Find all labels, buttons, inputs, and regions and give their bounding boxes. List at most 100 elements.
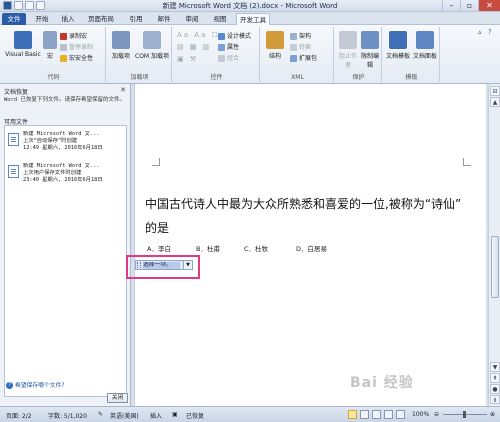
tab-page-layout[interactable]: 页面布局 (84, 13, 118, 25)
schema-icon (290, 33, 297, 40)
restrict-editing-button[interactable]: 限制编辑 (359, 31, 381, 69)
option-d: D．白居易 (296, 245, 328, 253)
browse-object-button[interactable]: ● (490, 384, 500, 394)
web-layout-icon[interactable] (372, 410, 381, 419)
pause-recording-button[interactable]: 暂停录制 (60, 42, 93, 51)
protect-group: 阻止作者 限制编辑 保护 (336, 27, 382, 82)
document-template-icon (389, 31, 407, 49)
com-addins-icon (143, 31, 161, 49)
help-icon[interactable]: ? (488, 28, 492, 36)
window-title: 新建 Microsoft Word 文档 (2).docx - Microsof… (162, 2, 338, 10)
recovered-file-item[interactable]: 新建 Microsoft Word 文... 上次“自动保存”时创建 12:49… (8, 131, 126, 157)
transform-button[interactable]: 转换 (290, 42, 311, 51)
maximize-button[interactable]: ▫ (460, 0, 478, 11)
control-icons-row1[interactable]: Aa Aa ☐ (177, 31, 220, 39)
scroll-thumb[interactable] (491, 236, 499, 298)
controls-group-label: 控件 (210, 74, 223, 81)
xml-group-label: XML (291, 74, 304, 81)
macro-security-button[interactable]: 宏安全性 (60, 53, 93, 62)
pane-close-icon[interactable]: ✕ (120, 86, 126, 94)
page-count[interactable]: 页面: 2/2 (6, 411, 32, 420)
document-recovery-pane: 文档恢复 ✕ Word 已恢复下列文件。请保存希望保留的文件。 可用文件 新建 … (0, 84, 131, 406)
properties-icon (218, 44, 225, 51)
zoom-level[interactable]: 100% (412, 411, 429, 418)
collapse-ribbon-icon[interactable]: ▵ (478, 28, 482, 36)
tab-home[interactable]: 开始 (32, 13, 52, 25)
file-name: 新建 Microsoft Word 文... (23, 131, 100, 137)
chevron-down-icon[interactable]: ▼ (183, 261, 192, 269)
document-panel-button[interactable]: 文档面板 (412, 31, 438, 60)
record-macro-button[interactable]: 录制宏 (60, 31, 87, 40)
scroll-down-button[interactable]: ▼ (490, 362, 500, 372)
full-screen-reading-icon[interactable] (360, 410, 369, 419)
tab-mailings[interactable]: 邮件 (154, 13, 174, 25)
word-document-icon (8, 165, 19, 178)
warning-icon (60, 55, 67, 62)
xml-group: 结构 架构 转换 扩展包 XML (262, 27, 334, 82)
templates-group-label: 模板 (405, 74, 418, 81)
tab-view[interactable]: 视图 (210, 13, 230, 25)
close-pane-button[interactable]: 关闭 (107, 393, 128, 403)
controls-group: Aa Aa ☐ ▤ ▦ ▥ ▣ ⚒ 设计模式 属性 组合 控件 (174, 27, 260, 82)
insert-mode[interactable]: 插入 (150, 411, 162, 420)
visual-basic-button[interactable]: Visual Basic (4, 31, 42, 58)
file-status: 上次用户保存文件时创建 (23, 170, 82, 176)
document-template-button[interactable]: 文档模板 (385, 31, 411, 60)
zoom-in-button[interactable]: ⊕ (490, 411, 495, 418)
transform-icon (290, 44, 297, 51)
tab-file[interactable]: 文件 (2, 13, 26, 25)
option-a: A．李白 (147, 245, 171, 253)
addins-button[interactable]: 加载项 (110, 31, 132, 60)
record-icon (60, 33, 67, 40)
macros-icon (43, 31, 57, 49)
group-button[interactable]: 组合 (218, 53, 239, 62)
protect-group-label: 保护 (352, 74, 365, 81)
schema-button[interactable]: 架构 (290, 31, 311, 40)
language[interactable]: 英语(美国) (110, 411, 139, 420)
outline-view-icon[interactable] (384, 410, 393, 419)
tab-insert[interactable]: 插入 (58, 13, 78, 25)
previous-page-button[interactable]: ⇞ (490, 373, 500, 383)
zoom-slider-thumb[interactable] (463, 411, 466, 418)
tab-review[interactable]: 审阅 (182, 13, 202, 25)
code-group: Visual Basic 宏 录制宏 暂停录制 宏安全性 代码 (2, 27, 106, 82)
addins-group-label: 加载项 (130, 74, 149, 81)
page-margin-mark (463, 158, 471, 166)
word-count[interactable]: 字数: 5/1,020 (48, 411, 87, 420)
dropdown-content-control[interactable]: 选择一项。 ▼ (135, 260, 193, 270)
scroll-up-button[interactable]: ▲ (490, 97, 500, 107)
block-authors-button[interactable]: 阻止作者 (337, 31, 359, 69)
which-file-link[interactable]: ? 希望保存哪个文件? (6, 380, 64, 389)
minimize-button[interactable]: – (442, 0, 460, 11)
spelling-check-icon[interactable]: ✎ (98, 411, 103, 418)
zoom-out-button[interactable]: ⊖ (434, 411, 439, 418)
templates-group: 文档模板 文档面板 模板 (384, 27, 440, 82)
print-layout-view-icon[interactable] (348, 410, 357, 419)
tab-references[interactable]: 引用 (126, 13, 146, 25)
expansion-packs-button[interactable]: 扩展包 (290, 53, 317, 62)
tab-developer[interactable]: 开发工具 (236, 13, 270, 25)
expansion-packs-icon (290, 55, 297, 62)
structure-button[interactable]: 结构 (264, 31, 286, 60)
vertical-scrollbar[interactable]: ⊟ ▲ ▼ ⇞ ● ⇟ (488, 84, 500, 406)
group-icon (218, 55, 225, 62)
addins-group: 加载项 COM 加载项 加载项 (108, 27, 172, 82)
draft-view-icon[interactable] (396, 410, 405, 419)
macros-button[interactable]: 宏 (42, 31, 58, 60)
close-window-button[interactable]: ✕ (478, 0, 500, 11)
option-c: C．杜牧 (244, 245, 269, 253)
com-addins-button[interactable]: COM 加载项 (134, 31, 170, 60)
recovered-files-list: 新建 Microsoft Word 文... 上次“自动保存”时创建 12:49… (4, 125, 127, 397)
ruler-toggle-icon[interactable]: ⊟ (490, 86, 500, 96)
properties-button[interactable]: 属性 (218, 42, 239, 51)
next-page-button[interactable]: ⇟ (490, 395, 500, 404)
macro-record-icon[interactable]: ▣ (172, 411, 178, 418)
drag-handle-icon[interactable] (137, 262, 141, 268)
control-icons-row2[interactable]: ▤ ▦ ▥ (177, 43, 211, 51)
dropdown-value[interactable]: 选择一项。 (143, 262, 180, 269)
pause-icon (60, 44, 67, 51)
design-mode-button[interactable]: 设计模式 (218, 31, 251, 40)
control-icons-row3[interactable]: ▣ ⚒ (177, 55, 198, 63)
title-bar: 新建 Microsoft Word 文档 (2).docx - Microsof… (0, 0, 500, 12)
recovered-file-item[interactable]: 新建 Microsoft Word 文... 上次用户保存文件时创建 23:40… (8, 163, 126, 189)
